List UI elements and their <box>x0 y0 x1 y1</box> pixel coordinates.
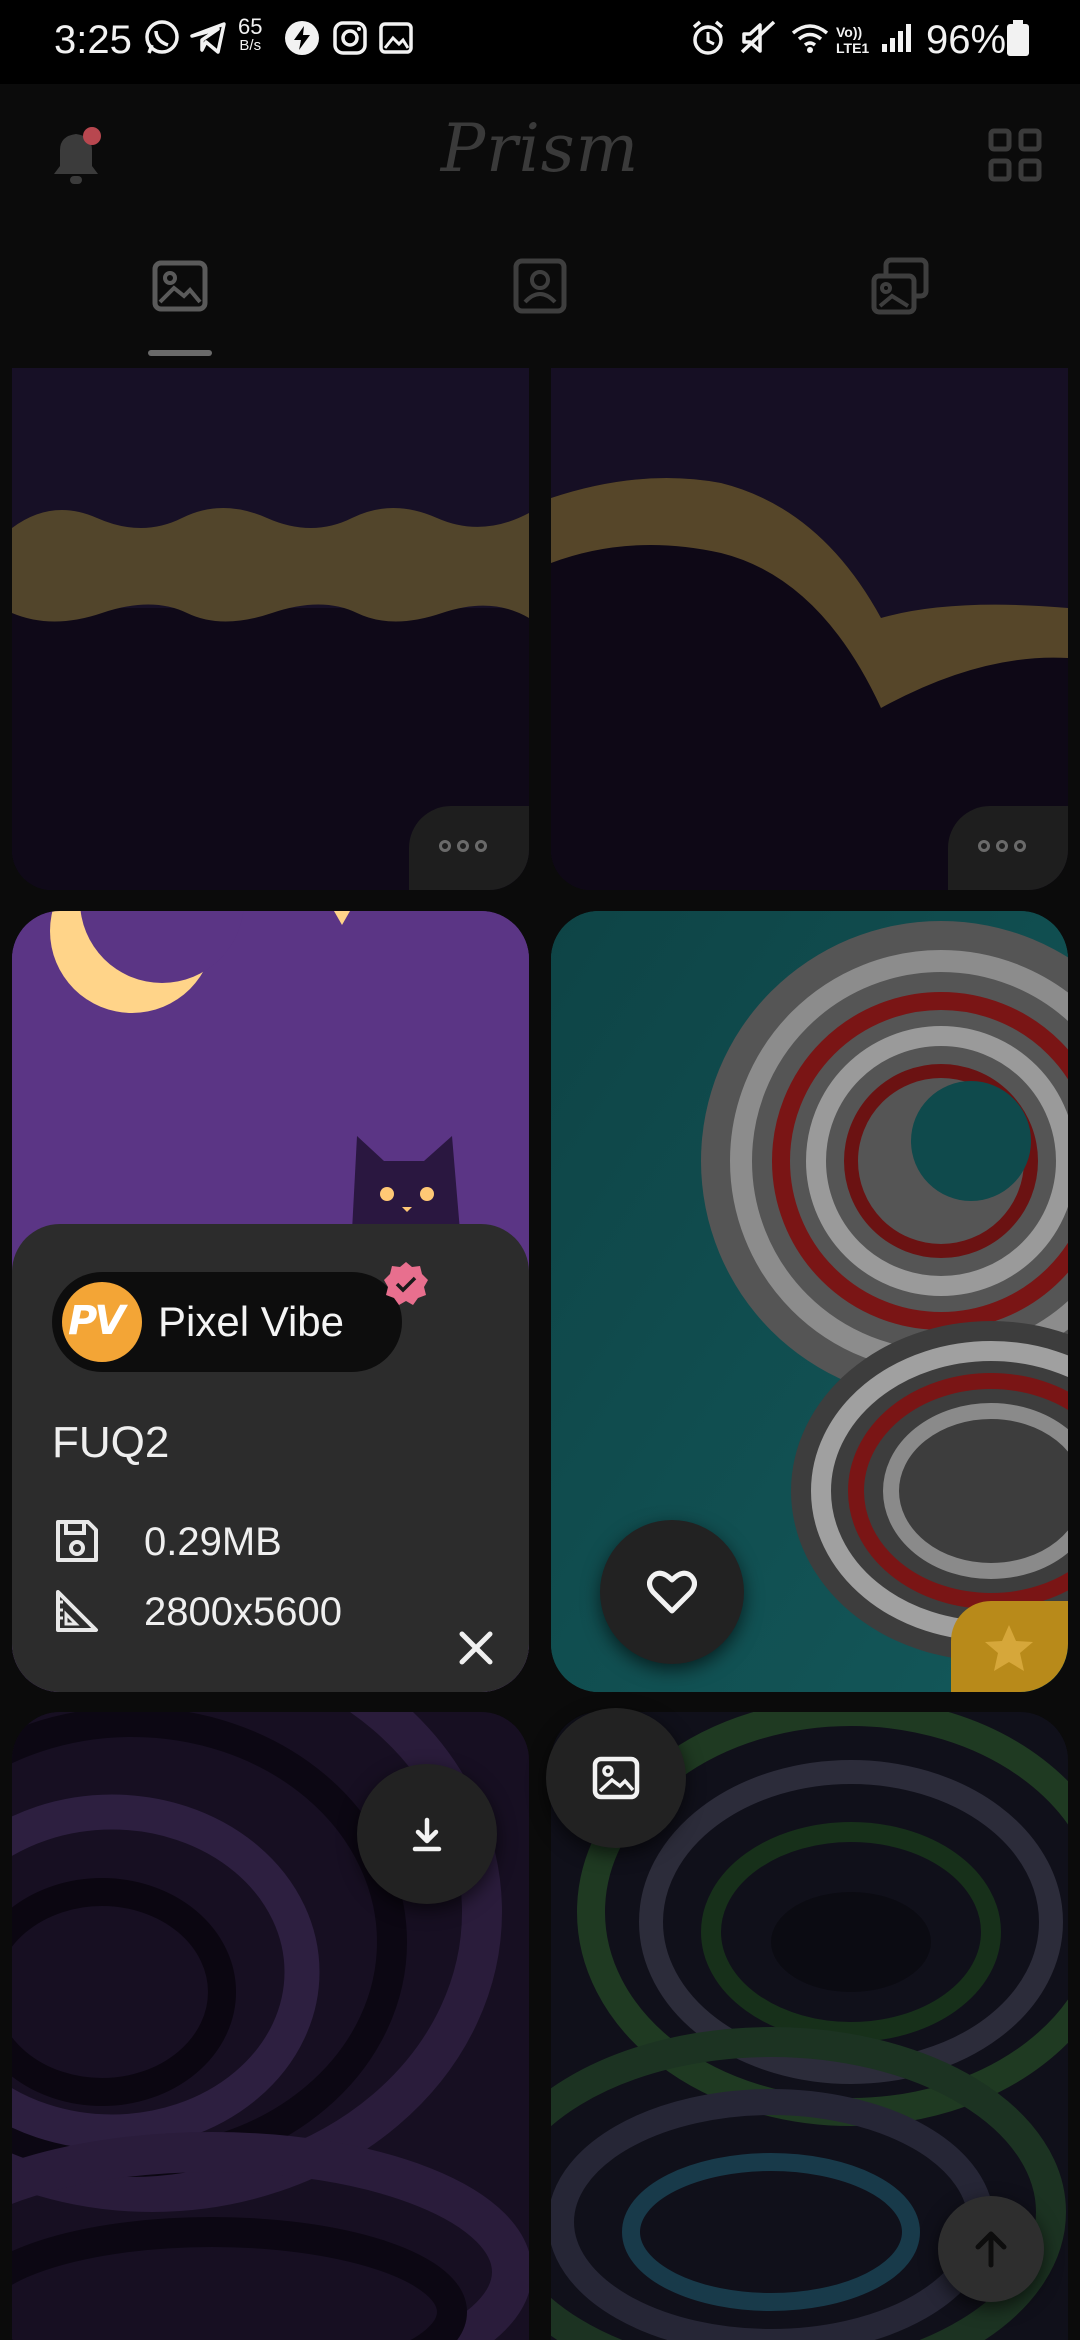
heart-icon <box>647 1570 697 1614</box>
author-name: Pixel Vibe <box>158 1298 345 1345</box>
tab-setups[interactable] <box>870 256 930 316</box>
tab-wallpapers[interactable] <box>150 256 210 316</box>
download-icon <box>412 1817 442 1852</box>
telegram-icon <box>188 18 228 58</box>
instagram-icon <box>330 18 370 58</box>
status-time: 3:25 <box>54 18 132 62</box>
lte-indicator: Vo)) LTE1 <box>836 24 870 56</box>
ruler-triangle-icon <box>56 1590 98 1632</box>
grid-view-icon <box>988 128 1042 182</box>
image-icon <box>152 260 208 312</box>
whatsapp-icon <box>142 18 182 58</box>
more-dots-icon <box>978 840 1026 852</box>
wallpaper-info-panel: PV Pixel Vibe FUQ2 0.29MB 2800x5600 <box>12 1224 529 1692</box>
author-chip[interactable]: PV Pixel Vibe <box>52 1262 428 1372</box>
more-options-button[interactable] <box>409 806 529 890</box>
download-button[interactable] <box>357 1764 497 1904</box>
tab-profiles[interactable] <box>510 256 570 316</box>
wallpaper-id: FUQ2 <box>52 1418 170 1467</box>
signal-icon <box>878 18 918 58</box>
verified-badge-icon <box>384 1262 428 1305</box>
alarm-icon <box>688 18 728 58</box>
network-speed: 65 B/s <box>238 14 263 54</box>
tab-indicator <box>148 350 212 356</box>
author-avatar: PV <box>62 1282 142 1362</box>
wallpaper-card-1[interactable] <box>12 368 529 890</box>
file-size: 0.29MB <box>144 1520 282 1564</box>
tab-bar <box>0 234 1080 368</box>
favorite-button[interactable] <box>600 1520 744 1664</box>
gallery-stack-icon <box>871 257 929 315</box>
wifi-icon <box>790 18 830 58</box>
close-icon <box>459 1631 493 1665</box>
scroll-to-top-button[interactable] <box>938 2196 1044 2302</box>
messenger-icon <box>282 18 322 58</box>
wallpaper-card-2[interactable] <box>551 368 1068 890</box>
arrow-up-icon <box>975 2231 1007 2268</box>
app-bar: Prism <box>0 84 1080 234</box>
set-wallpaper-button[interactable] <box>546 1708 686 1848</box>
portrait-icon <box>513 258 567 314</box>
author-avatar-text: PV <box>68 1298 125 1344</box>
more-dots-icon <box>439 840 487 852</box>
mute-icon <box>738 18 778 58</box>
battery-percent: 96% <box>926 18 1007 62</box>
favorite-badge[interactable] <box>951 1601 1068 1692</box>
battery-icon <box>1004 18 1044 58</box>
status-bar: 3:25 65 B/s Vo)) LTE1 96% <box>0 0 1080 84</box>
app-title: Prism <box>440 110 640 187</box>
gallery-icon <box>376 18 416 58</box>
image-icon <box>592 1756 640 1800</box>
grid-layout-button[interactable] <box>988 128 1044 184</box>
resolution: 2800x5600 <box>144 1590 342 1634</box>
save-icon <box>56 1520 98 1562</box>
close-info-button[interactable] <box>452 1624 500 1672</box>
star-icon <box>985 1625 1033 1671</box>
more-options-button[interactable] <box>948 806 1068 890</box>
